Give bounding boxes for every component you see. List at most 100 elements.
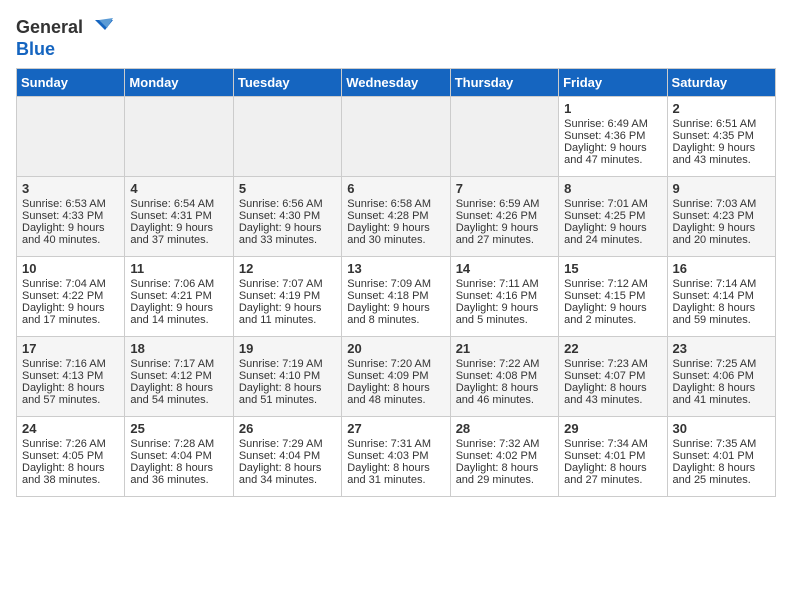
day-info-line: Sunset: 4:16 PM [456,290,553,302]
day-number: 7 [456,181,553,196]
day-info-line: Sunset: 4:10 PM [239,370,336,382]
day-info-line: Sunrise: 7:07 AM [239,278,336,290]
calendar-cell: 6Sunrise: 6:58 AMSunset: 4:28 PMDaylight… [342,176,450,256]
calendar-cell: 7Sunrise: 6:59 AMSunset: 4:26 PMDaylight… [450,176,558,256]
day-info-line: Sunrise: 7:35 AM [673,438,770,450]
day-number: 6 [347,181,444,196]
calendar-cell: 20Sunrise: 7:20 AMSunset: 4:09 PMDayligh… [342,336,450,416]
day-number: 20 [347,341,444,356]
day-info-line: Sunset: 4:23 PM [673,210,770,222]
day-info-line: Daylight: 8 hours [456,462,553,474]
day-info-line: Sunset: 4:06 PM [673,370,770,382]
calendar-cell: 16Sunrise: 7:14 AMSunset: 4:14 PMDayligh… [667,256,775,336]
day-info-line: and 57 minutes. [22,394,119,406]
day-info-line: Daylight: 9 hours [673,142,770,154]
weekday-header: Wednesday [342,68,450,96]
day-info-line: and 51 minutes. [239,394,336,406]
day-info-line: Sunrise: 7:04 AM [22,278,119,290]
day-info-line: and 20 minutes. [673,234,770,246]
day-info-line: Sunrise: 7:31 AM [347,438,444,450]
day-number: 17 [22,341,119,356]
calendar-cell: 26 Sunrise: 7:29 AMSunset: 4:04 PMDayligh… [233,416,341,496]
day-number: 27 [347,421,444,436]
day-info-line: Daylight: 9 hours [456,302,553,314]
day-info-line: Sunrise: 6:58 AM [347,198,444,210]
weekday-header: Friday [559,68,667,96]
day-info-line: and 29 minutes. [456,474,553,486]
day-number: 23 [673,341,770,356]
calendar-week-row: 17Sunrise: 7:16 AMSunset: 4:13 PMDayligh… [17,336,776,416]
day-info-line: Daylight: 8 hours [130,462,227,474]
calendar-cell: 24Sunrise: 7:26 AMSunset: 4:05 PMDayligh… [17,416,125,496]
day-info-line: and 34 minutes. [239,474,336,486]
day-info-line: and 40 minutes. [22,234,119,246]
day-info-line: Sunrise: 7:06 AM [130,278,227,290]
day-info-line: Sunrise: 7:17 AM [130,358,227,370]
day-number: 8 [564,181,661,196]
day-number: 12 [239,261,336,276]
day-info-line: Daylight: 9 hours [564,142,661,154]
weekday-header: Tuesday [233,68,341,96]
day-info-line: Sunrise: 6:51 AM [673,118,770,130]
day-info-line: Sunrise: 6:53 AM [22,198,119,210]
day-info-line: Sunrise: 6:49 AM [564,118,661,130]
day-info-line: and 8 minutes. [347,314,444,326]
day-info-line: and 27 minutes. [564,474,661,486]
day-info-line: Daylight: 8 hours [239,382,336,394]
day-info-line: Sunrise: 7:34 AM [564,438,661,450]
day-info-line: and 31 minutes. [347,474,444,486]
day-info-line: Daylight: 8 hours [564,382,661,394]
day-info-line: Sunset: 4:01 PM [673,450,770,462]
day-info-line: and 14 minutes. [130,314,227,326]
calendar-cell [17,96,125,176]
day-info-line: Sunrise: 7:29 AM [239,438,336,450]
calendar-cell: 4Sunrise: 6:54 AMSunset: 4:31 PMDaylight… [125,176,233,256]
day-number: 30 [673,421,770,436]
day-info-line: Daylight: 8 hours [239,462,336,474]
day-info-line: Sunrise: 7:20 AM [347,358,444,370]
day-info-line: Sunrise: 7:26 AM [22,438,119,450]
calendar-cell: 2Sunrise: 6:51 AMSunset: 4:35 PMDaylight… [667,96,775,176]
calendar-cell: 3Sunrise: 6:53 AMSunset: 4:33 PMDaylight… [17,176,125,256]
day-info-line: Sunset: 4:07 PM [564,370,661,382]
day-number: 11 [130,261,227,276]
day-number: 26 [239,421,336,436]
day-info-line: and 36 minutes. [130,474,227,486]
day-info-line: Daylight: 8 hours [22,382,119,394]
day-info-line: Sunset: 4:14 PM [673,290,770,302]
day-info-line: Sunset: 4:35 PM [673,130,770,142]
day-info-line: Sunrise: 7:22 AM [456,358,553,370]
calendar-table: SundayMondayTuesdayWednesdayThursdayFrid… [16,68,776,497]
day-info-line: Daylight: 9 hours [22,302,119,314]
calendar-cell: 27Sunrise: 7:31 AMSunset: 4:03 PMDayligh… [342,416,450,496]
calendar-week-row: 3Sunrise: 6:53 AMSunset: 4:33 PMDaylight… [17,176,776,256]
day-info-line: Sunset: 4:04 PM [239,450,336,462]
calendar-cell: 15Sunrise: 7:12 AMSunset: 4:15 PMDayligh… [559,256,667,336]
day-info-line: and 43 minutes. [673,154,770,166]
day-info-line: and 47 minutes. [564,154,661,166]
calendar-cell: 21Sunrise: 7:22 AMSunset: 4:08 PMDayligh… [450,336,558,416]
calendar-cell: 25Sunrise: 7:28 AMSunset: 4:04 PMDayligh… [125,416,233,496]
day-info-line: Daylight: 8 hours [22,462,119,474]
calendar-cell: 1Sunrise: 6:49 AMSunset: 4:36 PMDaylight… [559,96,667,176]
day-info-line: Daylight: 8 hours [673,302,770,314]
calendar-cell: 17Sunrise: 7:16 AMSunset: 4:13 PMDayligh… [17,336,125,416]
day-info-line: Daylight: 9 hours [564,222,661,234]
day-info-line: Daylight: 8 hours [673,382,770,394]
day-info-line: and 2 minutes. [564,314,661,326]
calendar-cell: 14Sunrise: 7:11 AMSunset: 4:16 PMDayligh… [450,256,558,336]
day-info-line: Sunset: 4:03 PM [347,450,444,462]
day-info-line: Daylight: 9 hours [239,302,336,314]
day-info-line: Sunrise: 7:28 AM [130,438,227,450]
day-info-line: and 37 minutes. [130,234,227,246]
calendar-cell: 8 Sunrise: 7:01 AMSunset: 4:25 PMDaylight… [559,176,667,256]
calendar-cell: 23Sunrise: 7:25 AMSunset: 4:06 PMDayligh… [667,336,775,416]
day-info-line: and 30 minutes. [347,234,444,246]
day-number: 15 [564,261,661,276]
day-info-line: Sunrise: 7:01 AM [564,198,661,210]
day-info-line: Sunset: 4:25 PM [564,210,661,222]
day-info-line: Sunset: 4:12 PM [130,370,227,382]
calendar-week-row: 1Sunrise: 6:49 AMSunset: 4:36 PMDaylight… [17,96,776,176]
page-header: General Blue [16,16,776,60]
calendar-cell: 19Sunrise: 7:19 AMSunset: 4:10 PMDayligh… [233,336,341,416]
